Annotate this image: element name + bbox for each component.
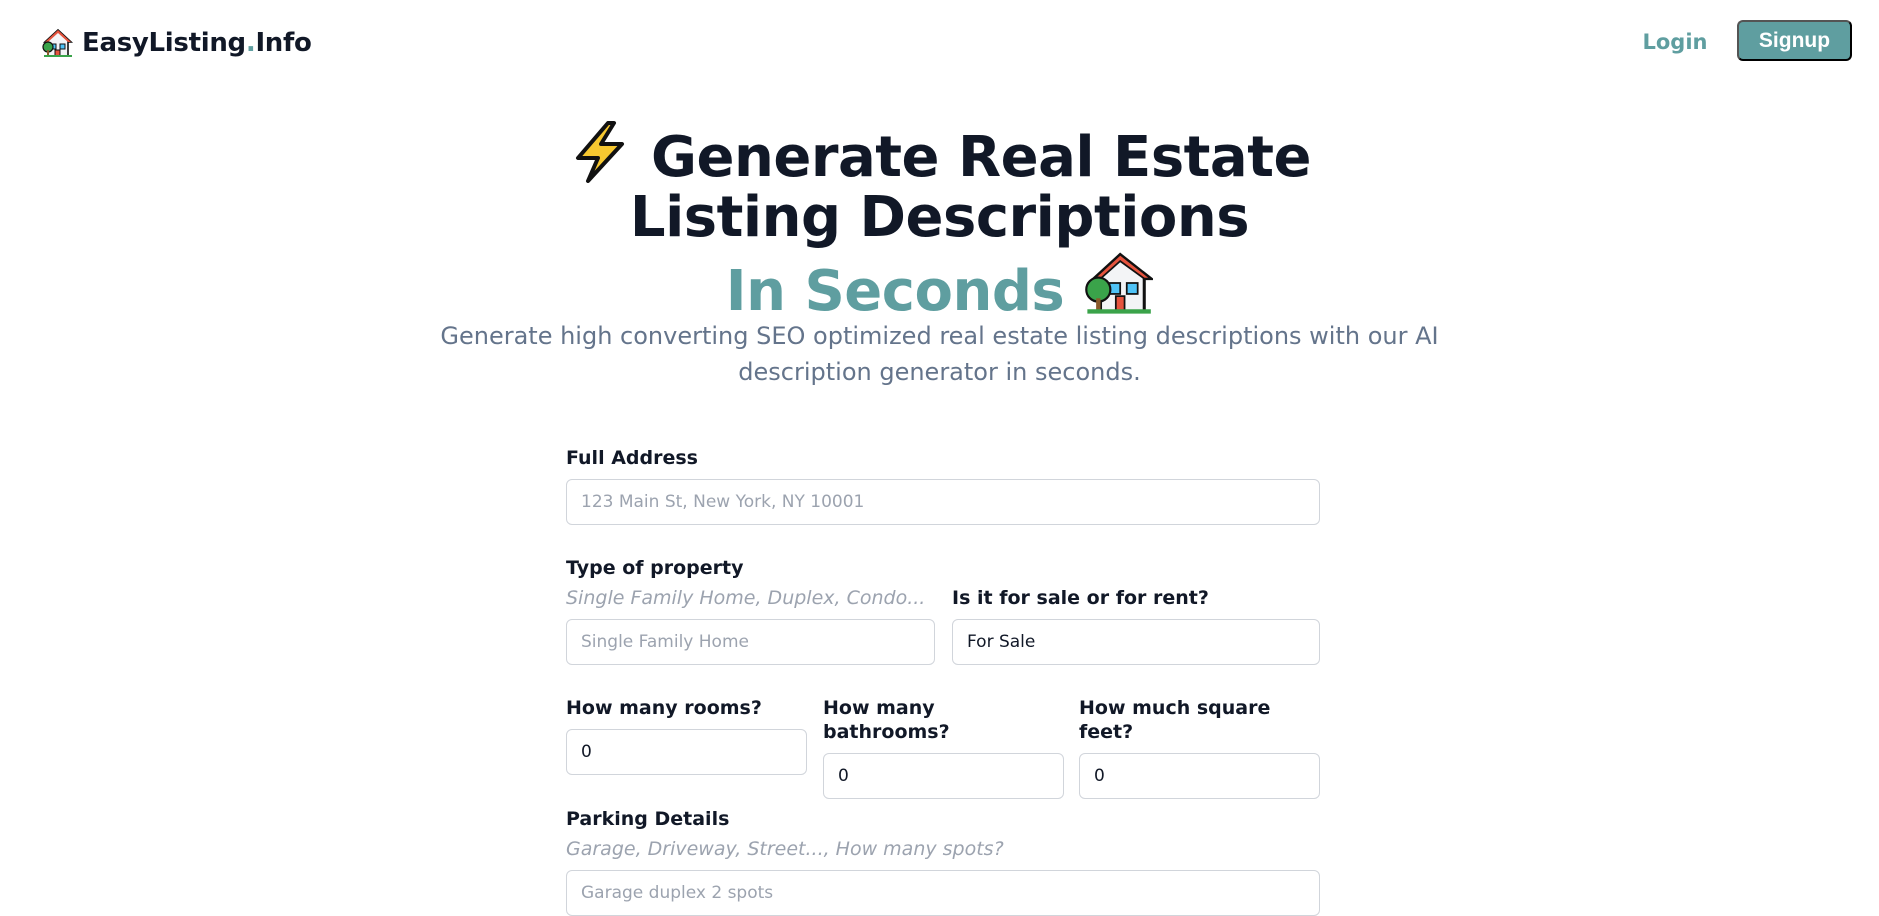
hero-title-line-1: Generate Real Estate <box>0 120 1879 188</box>
property-type-label: Type of property <box>566 557 744 579</box>
bathrooms-input[interactable] <box>823 753 1064 799</box>
hero-title-text-1: Generate Real Estate <box>651 125 1311 190</box>
hero-title-accent: In Seconds <box>725 259 1065 324</box>
address-label: Full Address <box>566 447 698 469</box>
login-link[interactable]: Login <box>1620 20 1730 64</box>
signup-button[interactable]: Signup <box>1737 20 1852 61</box>
parking-label: Parking Details <box>566 808 730 830</box>
square-feet-label: How much square feet? <box>1079 697 1271 743</box>
bathrooms-group: How many bathrooms? <box>823 696 1064 799</box>
rooms-input[interactable] <box>566 729 807 775</box>
hero-subtitle-line-2: description generator in seconds. <box>738 358 1141 386</box>
high-voltage-icon <box>576 121 625 183</box>
bathrooms-label: How many bathrooms? <box>823 697 950 743</box>
brand-name: EasyListing.Info <box>82 28 312 58</box>
hero-subtitle-line-1: Generate high converting SEO optimized r… <box>440 322 1439 350</box>
house-with-garden-icon <box>1085 252 1154 314</box>
parking-group: Parking Details Garage, Driveway, Street… <box>566 807 1320 916</box>
sale-or-rent-group: Is it for sale or for rent? <box>952 586 1320 665</box>
hero-title: Generate Real Estate Listing Description… <box>0 120 1879 322</box>
hero-title-line-3: In Seconds <box>0 248 1879 322</box>
hero-title-line-2: Listing Descriptions <box>629 185 1250 250</box>
property-type-input[interactable] <box>566 619 935 665</box>
property-type-hint: Single Family Home, Duplex, Condo... <box>566 587 926 609</box>
top-navigation: EasyListing.Info Login Signup <box>0 0 1879 84</box>
brand-logo[interactable]: EasyListing.Info <box>42 26 312 60</box>
address-input[interactable] <box>566 479 1320 525</box>
hero-subtitle: Generate high converting SEO optimized r… <box>0 318 1879 390</box>
sale-or-rent-input[interactable] <box>952 619 1320 665</box>
address-group: Full Address <box>566 446 1320 525</box>
rooms-label: How many rooms? <box>566 697 762 719</box>
square-feet-input[interactable] <box>1079 753 1320 799</box>
parking-hint: Garage, Driveway, Street..., How many sp… <box>566 838 1004 860</box>
parking-input[interactable] <box>566 870 1320 916</box>
property-type-group: Type of property Single Family Home, Dup… <box>566 556 935 665</box>
square-feet-group: How much square feet? <box>1079 696 1320 799</box>
house-with-garden-icon <box>42 28 74 57</box>
rooms-group: How many rooms? <box>566 696 807 775</box>
sale-or-rent-label: Is it for sale or for rent? <box>952 587 1209 609</box>
